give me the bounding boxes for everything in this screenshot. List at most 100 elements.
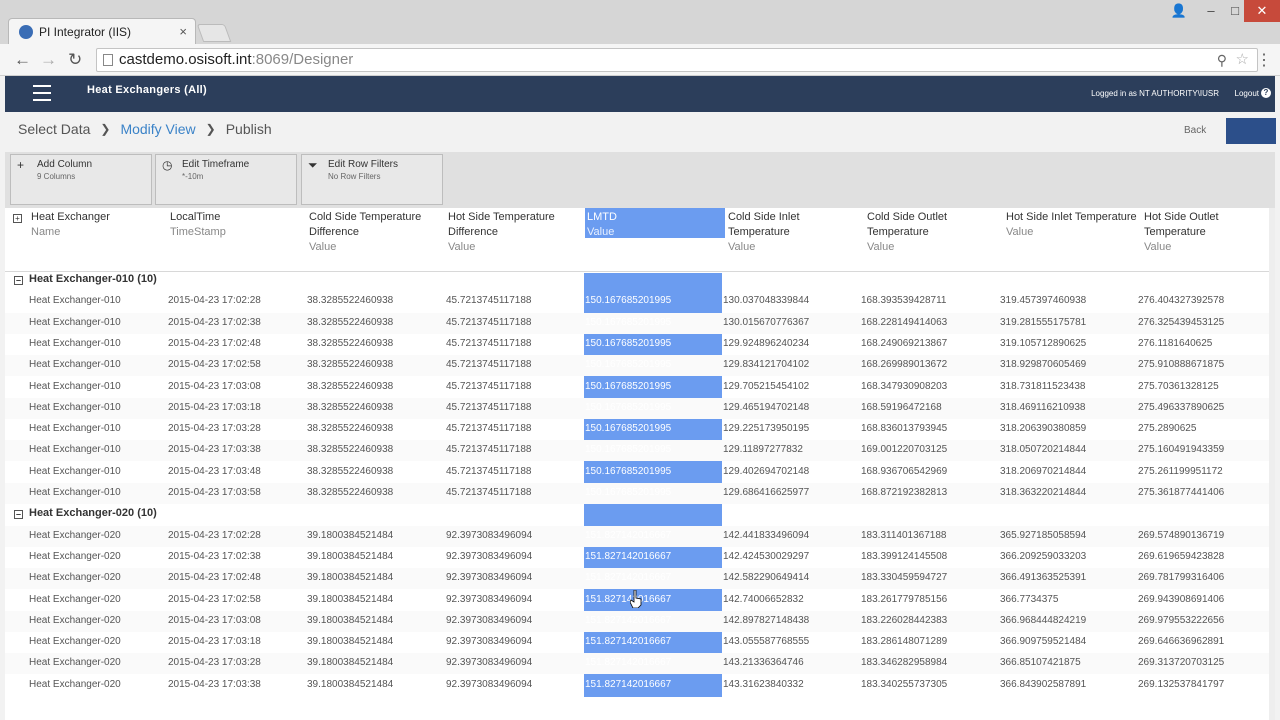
minimize-button[interactable]: – [1198, 0, 1224, 22]
tab-close-icon[interactable]: × [179, 24, 187, 39]
table-cell: 183.226028442383 [861, 614, 948, 626]
address-bar-area: ← → ↻ castdemo.osisoft.int:8069/Designer… [0, 44, 1280, 76]
table-cell: 275.361877441406 [1138, 487, 1225, 498]
new-tab-button[interactable] [196, 24, 232, 42]
column-header[interactable]: LocalTime TimeStamp [168, 208, 304, 272]
table-cell: 2015-04-23 17:03:28 [168, 423, 261, 435]
table-cell: 2015-04-23 17:03:48 [168, 465, 261, 477]
table-row[interactable]: Heat Exchanger-010 2015-04-23 17:03:08 38.… [5, 377, 1275, 398]
table-cell: 318.050720214844 [1000, 444, 1087, 456]
column-header[interactable]: Hot Side Inlet Temperature Value [1004, 208, 1140, 272]
search-icon[interactable]: ⚲ [1217, 49, 1227, 71]
next-button[interactable] [1226, 118, 1276, 144]
table-cell: 366.85107421875 [1000, 657, 1081, 669]
back-button[interactable]: Back [1184, 125, 1206, 136]
table-cell: 39.1800384521484 [307, 678, 394, 690]
table-cell: 151.827142016667 [585, 593, 672, 605]
table-row[interactable]: Heat Exchanger-020 2015-04-23 17:03:28 39.… [5, 653, 1275, 675]
group-row[interactable]: – Heat Exchanger-010 (10) [5, 270, 1275, 291]
table-row[interactable]: Heat Exchanger-010 2015-04-23 17:03:18 38.… [5, 397, 1275, 419]
hamburger-menu-icon[interactable] [33, 85, 51, 101]
window-close-button[interactable]: ✕ [1244, 0, 1280, 22]
table-cell: 168.836013793945 [861, 423, 948, 435]
table-cell: 183.330459594727 [861, 572, 948, 584]
table-cell: 92.3973083496094 [446, 636, 533, 648]
table-row[interactable]: Heat Exchanger-020 2015-04-23 17:03:38 39.… [5, 675, 1275, 696]
help-icon[interactable]: ? [1261, 88, 1271, 98]
column-type: TimeStamp [170, 226, 226, 238]
table-row[interactable]: Heat Exchanger-020 2015-04-23 17:03:18 39.… [5, 632, 1275, 653]
table-cell: Heat Exchanger-010 [29, 316, 121, 328]
table-row[interactable]: Heat Exchanger-020 2015-04-23 17:02:38 39.… [5, 547, 1275, 568]
table-cell: 92.3973083496094 [446, 550, 533, 562]
edit-row-filters-label: Edit Row Filters [328, 159, 399, 170]
table-cell: Heat Exchanger-020 [29, 593, 121, 605]
chevron-right-icon: ❯ [205, 122, 216, 136]
crumb-select-data[interactable]: Select Data [18, 121, 90, 137]
column-header[interactable]: Hot Side Outlet Temperature Value [1142, 208, 1272, 272]
table-cell: 183.340255737305 [861, 678, 948, 690]
user-profile-icon[interactable]: 👤 [1166, 0, 1192, 22]
column-header[interactable]: Heat Exchanger Name [29, 208, 165, 272]
table-cell: 130.015670776367 [723, 316, 810, 328]
table-cell: 319.457397460938 [1000, 295, 1087, 307]
edit-timeframe-button[interactable]: ◷ Edit Timeframe *-10m [155, 154, 297, 205]
column-header[interactable]: Cold Side Inlet Temperature Value [726, 208, 862, 272]
table-cell: 366.491363525391 [1000, 572, 1087, 584]
column-header[interactable]: Cold Side Outlet Temperature Value [865, 208, 1001, 272]
table-cell: 129.402694702148 [723, 465, 810, 477]
expand-all-icon[interactable]: + [13, 214, 22, 223]
table-row[interactable]: Heat Exchanger-010 2015-04-23 17:03:48 38.… [5, 462, 1275, 483]
browser-tabstrip: PI Integrator (IIS) × 👤 – □ ✕ [0, 0, 1280, 44]
collapse-group-icon[interactable]: – [14, 276, 23, 285]
table-cell: 319.105712890625 [1000, 337, 1087, 349]
table-row[interactable]: Heat Exchanger-010 2015-04-23 17:03:38 38.… [5, 440, 1275, 462]
back-arrow-icon[interactable]: ← [14, 50, 31, 70]
table-cell: 269.619659423828 [1138, 550, 1225, 562]
column-count: 9 Columns [37, 172, 76, 181]
browser-menu-icon[interactable]: ⋮ [1256, 50, 1272, 70]
table-cell: 168.347930908203 [861, 380, 948, 392]
logout-link[interactable]: Logout [1235, 89, 1259, 98]
table-cell: 2015-04-23 17:02:58 [168, 593, 261, 605]
collapse-group-icon[interactable]: – [14, 510, 23, 520]
table-cell: 365.927185058594 [1000, 529, 1087, 541]
bookmark-star-icon[interactable]: ☆ [1236, 49, 1249, 71]
row-filter-value: No Row Filters [328, 172, 381, 181]
add-column-button[interactable]: + Add Column 9 Columns [10, 154, 152, 205]
edit-row-filters-button[interactable]: ⏷ Edit Row Filters No Row Filters [301, 154, 443, 205]
table-cell: 275.496337890625 [1138, 401, 1225, 413]
table-row[interactable]: Heat Exchanger-020 2015-04-23 17:02:48 39.… [5, 568, 1275, 590]
table-cell: 129.834121704102 [723, 359, 810, 371]
grid-scrollbar[interactable] [1269, 208, 1275, 720]
forward-arrow-icon[interactable]: → [40, 50, 57, 70]
group-row[interactable]: – Heat Exchanger-020 (10) [5, 504, 1275, 525]
table-cell: 150.167685201995 [585, 444, 672, 456]
table-cell: 45.7213745117188 [446, 465, 532, 477]
crumb-publish[interactable]: Publish [226, 121, 272, 137]
table-row[interactable]: Heat Exchanger-010 2015-04-23 17:02:48 38.… [5, 334, 1275, 355]
table-row[interactable]: Heat Exchanger-010 2015-04-23 17:02:38 38.… [5, 312, 1275, 334]
reload-icon[interactable]: ↻ [68, 50, 82, 70]
table-cell: 2015-04-23 17:02:38 [168, 550, 261, 562]
url-input[interactable]: castdemo.osisoft.int:8069/Designer ⚲ ☆ [96, 48, 1258, 72]
table-row[interactable]: Heat Exchanger-010 2015-04-23 17:02:28 38.… [5, 291, 1275, 312]
table-row[interactable]: Heat Exchanger-020 2015-04-23 17:03:08 39.… [5, 610, 1275, 632]
crumb-modify-view[interactable]: Modify View [120, 121, 195, 137]
table-cell: 269.646636962891 [1138, 636, 1225, 648]
table-row[interactable]: Heat Exchanger-010 2015-04-23 17:02:58 38.… [5, 355, 1275, 377]
column-header[interactable]: LMTD Value [585, 208, 725, 238]
table-cell: 275.261199951172 [1138, 465, 1223, 477]
table-row[interactable]: Heat Exchanger-010 2015-04-23 17:03:58 38.… [5, 483, 1275, 504]
column-header[interactable]: Hot Side Temperature Difference Value [446, 208, 582, 272]
table-cell: 169.001220703125 [861, 444, 948, 456]
table-cell: 2015-04-23 17:03:28 [168, 657, 261, 669]
browser-tab[interactable]: PI Integrator (IIS) × [8, 18, 196, 44]
table-cell: 150.167685201995 [585, 295, 672, 307]
column-header[interactable]: Cold Side Temperature Difference Value [307, 208, 443, 272]
table-row[interactable]: Heat Exchanger-020 2015-04-23 17:02:28 39.… [5, 525, 1275, 547]
table-cell: 150.167685201995 [585, 465, 672, 477]
table-cell: 366.7734375 [1000, 593, 1059, 605]
table-cell: 276.1181640625 [1138, 337, 1213, 349]
table-row[interactable]: Heat Exchanger-010 2015-04-23 17:03:28 38.… [5, 419, 1275, 440]
